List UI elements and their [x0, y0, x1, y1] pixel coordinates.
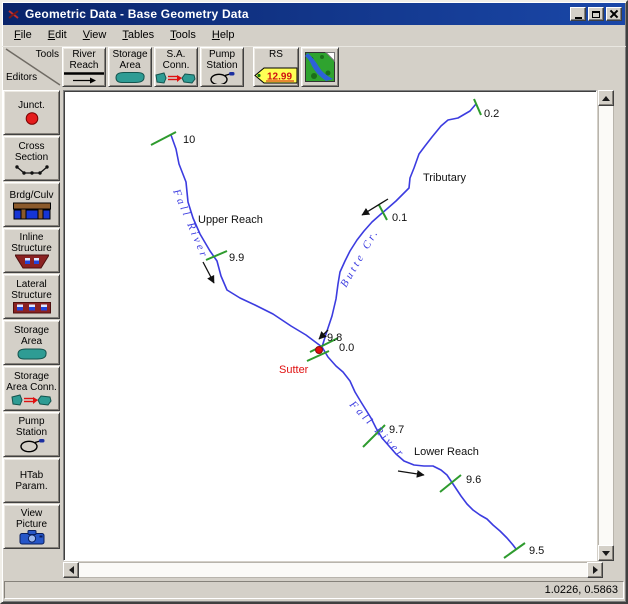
pump-station-button[interactable]: Pump Station: [200, 47, 244, 87]
station-label: 10: [183, 134, 195, 146]
station-label: 9.6: [466, 474, 481, 486]
river-butte-creek-tributary[interactable]: [322, 104, 476, 347]
close-button[interactable]: [606, 7, 622, 21]
storage-area-connection-icon: [11, 393, 53, 407]
window-title: Geometric Data - Base Geometry Data: [25, 7, 570, 21]
view-picture-button[interactable]: View Picture: [3, 504, 60, 549]
maximize-button[interactable]: [588, 7, 604, 21]
toolbar: Tools Editors River Reach Storage Area S…: [2, 46, 626, 89]
sa-connection-button[interactable]: S.A. Conn.: [154, 47, 198, 87]
storage-area-button[interactable]: Storage Area: [108, 47, 152, 87]
station-tick-0-1[interactable]: [379, 205, 387, 220]
horizontal-scrollbar[interactable]: [63, 562, 603, 578]
storage-area-sidebar-button[interactable]: Storage Area: [3, 320, 60, 365]
tools-editors-corner: Tools Editors: [4, 47, 62, 87]
inline-structure-button[interactable]: Inline Structure: [3, 228, 60, 273]
station-tick-9-5[interactable]: [504, 543, 525, 558]
pump-station-sidebar-button[interactable]: Pump Station: [3, 412, 60, 457]
pump-station-icon: [208, 71, 236, 84]
river-station-tag-icon: 12.99: [254, 67, 298, 84]
station-label: 9.9: [229, 252, 244, 264]
station-tick-0-2[interactable]: [474, 99, 481, 115]
junction-label: Sutter: [279, 364, 309, 376]
bridge-culvert-icon: [13, 201, 51, 220]
station-label: 9.7: [389, 424, 404, 436]
cursor-coordinates: 1.0226, 0.5863: [545, 584, 618, 596]
tools-label: Tools: [36, 49, 59, 60]
right-arrow-icon: [593, 566, 598, 574]
left-arrow-icon: [69, 566, 74, 574]
close-icon: [610, 10, 618, 18]
pump-station-icon: [18, 438, 46, 453]
station-label: 0.1: [392, 212, 407, 224]
camera-icon: [19, 530, 45, 545]
titlebar[interactable]: Geometric Data - Base Geometry Data: [3, 3, 625, 25]
cross-section-button[interactable]: Cross Section: [3, 136, 60, 181]
minimize-button[interactable]: [570, 7, 586, 21]
main-area: Junct. Cross Section Brdg/Culv: [2, 89, 626, 578]
canvas-column: 10 9.9 0.2 0.1 9.8 0.0 9.7 9.6 9.5 Upper…: [62, 89, 626, 578]
menu-tables[interactable]: Tables: [114, 27, 162, 44]
bridge-culvert-button[interactable]: Brdg/Culv: [3, 182, 60, 227]
reach-label-tributary: Tributary: [423, 172, 466, 184]
scroll-left-button[interactable]: [63, 562, 79, 578]
up-arrow-icon: [602, 96, 610, 101]
menubar: File Edit View Tables Tools Help: [2, 25, 626, 46]
menu-file[interactable]: File: [6, 27, 40, 44]
vertical-scroll-track[interactable]: [598, 106, 614, 545]
geometric-data-window: Geometric Data - Base Geometry Data File…: [0, 0, 628, 604]
reach-label-upper: Upper Reach: [198, 214, 263, 226]
junction-button[interactable]: Junct.: [3, 90, 60, 135]
scroll-up-button[interactable]: [598, 90, 614, 106]
coordinate-readout: 1.0226, 0.5863: [4, 581, 624, 599]
river-reach-icon: [63, 71, 105, 84]
lateral-structure-button[interactable]: Lateral Structure: [3, 274, 60, 319]
horizontal-scroll-track[interactable]: [79, 562, 587, 578]
sa-connection-icon: [155, 71, 197, 84]
river-station-button[interactable]: RS 12.99: [253, 47, 299, 87]
station-label: 9.5: [529, 545, 544, 557]
inline-structure-icon: [15, 254, 49, 269]
lateral-structure-icon: [13, 301, 51, 314]
cross-section-icon: [14, 163, 50, 176]
editor-sidebar: Junct. Cross Section Brdg/Culv: [2, 89, 62, 578]
app-icon: [6, 7, 21, 22]
station-tick-9-6[interactable]: [440, 475, 461, 492]
minimize-icon: [575, 17, 582, 19]
junction-icon: [24, 111, 40, 126]
down-arrow-icon: [602, 551, 610, 556]
menu-view[interactable]: View: [75, 27, 115, 44]
river-schematic: 10 9.9 0.2 0.1 9.8 0.0 9.7 9.6 9.5 Upper…: [66, 93, 596, 561]
editors-label: Editors: [6, 72, 37, 83]
flow-arrow-upper-reach: [203, 262, 214, 283]
gis-schematic-button[interactable]: [301, 47, 339, 87]
storage-area-conn-button[interactable]: Storage Area Conn.: [3, 366, 60, 411]
menu-edit[interactable]: Edit: [40, 27, 75, 44]
flow-arrow-lower-reach: [398, 471, 424, 475]
vertical-scrollbar[interactable]: [598, 90, 614, 561]
statusbar: 1.0226, 0.5863: [2, 578, 626, 602]
menu-tools[interactable]: Tools: [162, 27, 204, 44]
maximize-icon: [592, 11, 600, 18]
river-reach-button[interactable]: River Reach: [62, 47, 106, 87]
window-controls: [570, 7, 622, 21]
scroll-down-button[interactable]: [598, 545, 614, 561]
station-label: 0.0: [339, 342, 354, 354]
station-label: 0.2: [484, 108, 499, 120]
gis-map-icon: [305, 52, 335, 82]
junction-node-sutter[interactable]: [316, 347, 323, 354]
menu-help[interactable]: Help: [204, 27, 243, 44]
storage-area-icon: [14, 347, 50, 361]
scroll-right-button[interactable]: [587, 562, 603, 578]
htab-param-button[interactable]: HTab Param.: [3, 458, 60, 503]
reach-label-lower: Lower Reach: [414, 446, 479, 458]
storage-area-icon: [112, 71, 148, 84]
schematic-canvas[interactable]: 10 9.9 0.2 0.1 9.8 0.0 9.7 9.6 9.5 Upper…: [63, 90, 597, 561]
